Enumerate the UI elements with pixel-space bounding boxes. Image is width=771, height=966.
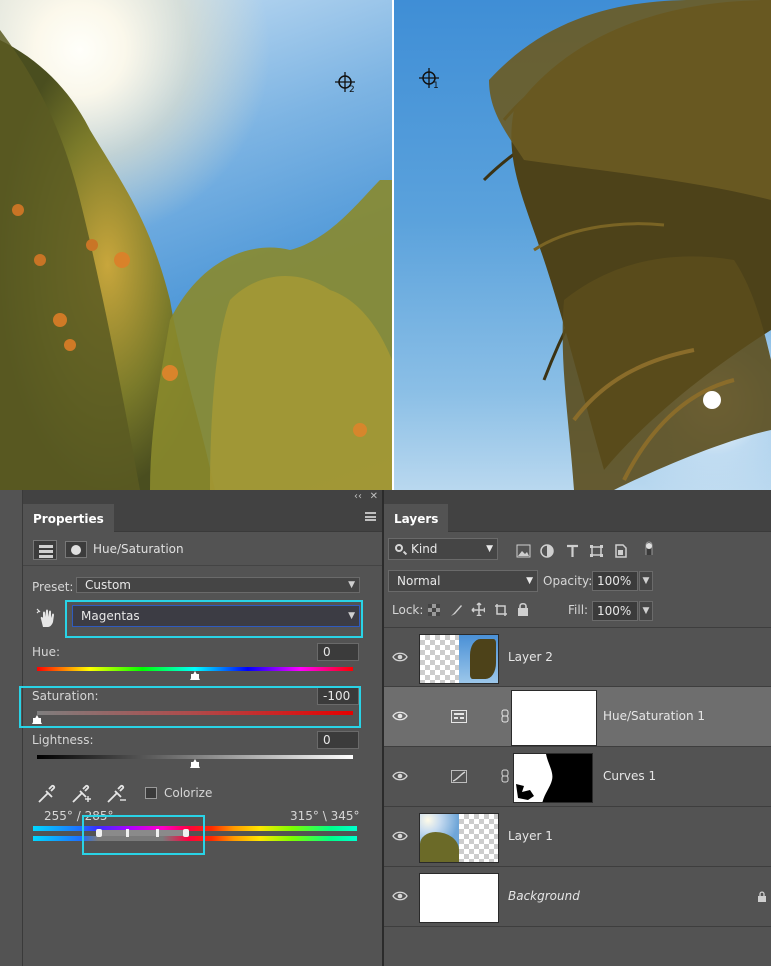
curves-mask-thumbnail[interactable] — [513, 753, 593, 803]
color-sampler-1-icon[interactable]: 1 — [418, 67, 440, 89]
layer-2-thumbnail — [419, 634, 499, 684]
document-canvas[interactable]: 2 1 — [0, 0, 771, 490]
channel-highlight — [65, 600, 363, 638]
blend-mode-dropdown[interactable]: Normal ▼ — [388, 570, 538, 592]
left-strip — [0, 490, 22, 966]
properties-panel: ‹‹ ✕ Properties Hue/Saturation Preset: C… — [19, 490, 382, 966]
adjustment-title: Hue/Saturation — [93, 542, 184, 556]
opacity-label: Opacity: — [543, 574, 593, 588]
visibility-eye-icon[interactable] — [392, 651, 408, 663]
lock-position-icon[interactable] — [471, 602, 485, 616]
hue-saturation-layer-icon — [451, 710, 467, 723]
colorize-checkbox[interactable] — [145, 787, 157, 799]
tab-layers[interactable]: Layers — [384, 504, 449, 532]
lightness-label: Lightness: — [32, 733, 94, 747]
hue-saturation-mask-thumbnail[interactable] — [511, 690, 597, 746]
tab-properties[interactable]: Properties — [23, 504, 114, 532]
layer-1-thumbnail — [419, 813, 499, 863]
visibility-eye-icon[interactable] — [392, 710, 408, 722]
search-icon — [395, 544, 403, 552]
layer-name[interactable]: Background — [508, 889, 580, 903]
layer-row-layer-1[interactable]: Layer 1 — [384, 807, 771, 867]
shape-filter-icon[interactable] — [589, 544, 604, 558]
saturation-highlight — [19, 686, 361, 728]
panel-menu-icon[interactable] — [365, 512, 376, 521]
range-right-readout: 315° \ 345° — [290, 809, 360, 823]
layer-name[interactable]: Layer 1 — [508, 829, 553, 843]
hue-saturation-adjustment-icon[interactable] — [33, 540, 57, 560]
photo-palm-tree: 1 — [394, 0, 771, 490]
image-filter-icon[interactable] — [516, 544, 531, 558]
chevron-down-icon: ▼ — [348, 580, 355, 590]
fill-field[interactable]: 100% — [592, 601, 638, 621]
sampler-1-number: 1 — [433, 81, 439, 89]
fill-chevron-icon[interactable]: ▼ — [639, 601, 653, 621]
photo-orange-tree: 2 — [0, 0, 392, 490]
lightness-value-field[interactable]: 0 — [317, 731, 359, 749]
lock-transparent-pixels-icon[interactable] — [427, 603, 441, 617]
lock-all-icon[interactable] — [516, 602, 530, 616]
layer-mask-icon[interactable] — [65, 541, 87, 558]
visibility-eye-icon[interactable] — [392, 890, 408, 902]
layers-topbar — [384, 490, 771, 504]
adjustment-header: Hue/Saturation — [23, 532, 382, 566]
opacity-field[interactable]: 100% — [592, 571, 638, 591]
eyedropper-add-icon[interactable] — [70, 783, 92, 805]
lock-artboard-icon[interactable] — [494, 603, 508, 617]
kind-filter-dropdown[interactable]: Kind ▼ — [388, 538, 498, 560]
layer-row-background[interactable]: Background — [384, 867, 771, 927]
kind-value: Kind — [411, 542, 438, 556]
blend-mode-value: Normal — [397, 574, 441, 588]
opacity-chevron-icon[interactable]: ▼ — [639, 571, 653, 591]
curves-layer-icon — [451, 770, 467, 783]
visibility-eye-icon[interactable] — [392, 830, 408, 842]
hue-value-field[interactable]: 0 — [317, 643, 359, 661]
type-filter-icon[interactable] — [565, 544, 580, 558]
lock-image-pixels-icon[interactable] — [449, 603, 463, 617]
link-chain-icon[interactable] — [501, 769, 509, 783]
adjustment-filter-icon[interactable] — [540, 544, 555, 558]
layer-row-hue-saturation-1[interactable]: Hue/Saturation 1 — [384, 687, 771, 747]
targeted-adjustment-hand-icon[interactable] — [35, 607, 57, 629]
layer-name[interactable]: Layer 2 — [508, 650, 553, 664]
chevron-down-icon: ▼ — [486, 544, 493, 554]
range-highlight — [82, 815, 205, 855]
lock-label: Lock: — [392, 603, 424, 617]
properties-tabbar: Properties — [23, 504, 382, 532]
eyedropper-icon[interactable] — [36, 783, 58, 805]
collapse-panels-icon[interactable]: ‹‹ — [354, 490, 362, 504]
lightness-slider-thumb[interactable] — [190, 759, 200, 768]
visibility-eye-icon[interactable] — [392, 770, 408, 782]
layers-panel: Layers Kind ▼ Normal ▼ Opacity: 100% ▼ L… — [383, 490, 771, 966]
preset-label: Preset: — [32, 580, 74, 594]
layer-row-curves-1[interactable]: Curves 1 — [384, 747, 771, 807]
layer-name[interactable]: Curves 1 — [603, 769, 656, 783]
background-thumbnail — [419, 873, 499, 923]
layers-tabbar: Layers — [384, 504, 771, 532]
filter-toggle-icon[interactable] — [644, 541, 659, 555]
color-sampler-2-icon[interactable]: 2 — [334, 71, 356, 93]
hue-slider-thumb[interactable] — [190, 671, 200, 680]
eyedropper-subtract-icon[interactable] — [105, 783, 127, 805]
palm-fronds — [482, 0, 771, 490]
preset-dropdown[interactable]: Custom ▼ — [76, 577, 360, 593]
hue-label: Hue: — [32, 645, 61, 659]
layer-name[interactable]: Hue/Saturation 1 — [603, 709, 705, 723]
layer-row-layer-2[interactable]: Layer 2 — [384, 627, 771, 687]
link-chain-icon[interactable] — [501, 709, 509, 723]
close-panel-icon[interactable]: ✕ — [370, 490, 378, 504]
fill-label: Fill: — [568, 603, 589, 617]
smart-object-filter-icon[interactable] — [613, 544, 628, 558]
locked-lock-icon — [758, 891, 766, 902]
sampler-2-number: 2 — [349, 85, 355, 93]
preset-value: Custom — [85, 578, 131, 592]
chevron-down-icon: ▼ — [526, 576, 533, 586]
colorize-label: Colorize — [164, 786, 213, 800]
properties-topbar: ‹‹ ✕ — [23, 490, 382, 504]
